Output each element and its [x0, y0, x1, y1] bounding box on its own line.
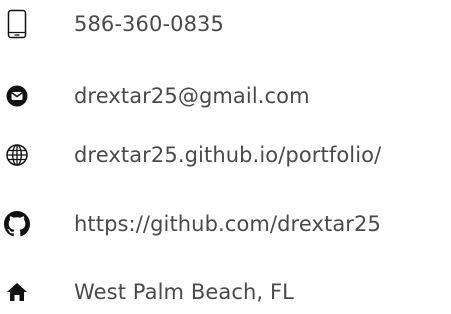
github-link[interactable]: https://github.com/drextar25 [74, 202, 381, 246]
location: West Palm Beach, FL [74, 280, 294, 304]
portfolio-link[interactable]: drextar25.github.io/portfolio/ [74, 133, 381, 177]
email-icon [2, 74, 32, 118]
contact-phone[interactable]: 586-360-0835 [0, 2, 451, 46]
email-address: drextar25@gmail.com [74, 84, 310, 108]
contact-address: West Palm Beach, FL [0, 270, 451, 314]
contact-website[interactable]: drextar25.github.io/portfolio/ [0, 133, 451, 177]
phone-number: 586-360-0835 [74, 12, 224, 36]
contact-email[interactable]: drextar25@gmail.com [0, 74, 451, 118]
globe-icon [2, 133, 32, 177]
github-icon [2, 202, 32, 246]
home-icon [2, 270, 32, 314]
smartphone-icon [2, 2, 32, 46]
contact-info-list: 586-360-0835 drextar25@gmail.com drextar… [0, 0, 451, 311]
contact-github[interactable]: https://github.com/drextar25 [0, 202, 451, 246]
